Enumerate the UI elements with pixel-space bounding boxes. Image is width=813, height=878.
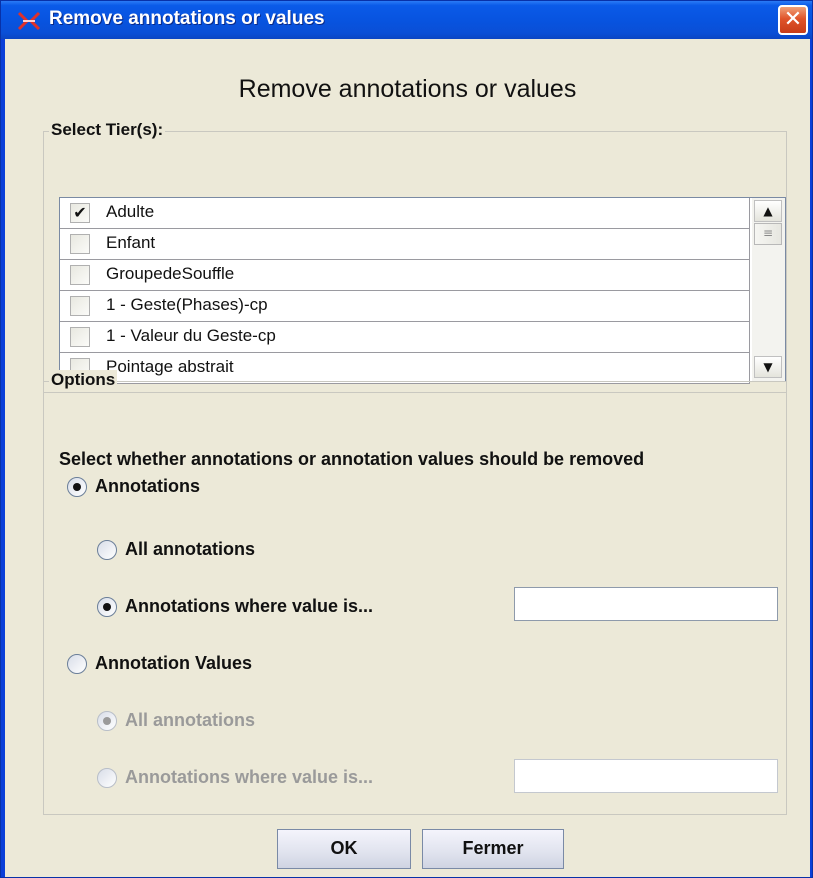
tier-row-valeur-geste[interactable]: 1 - Valeur du Geste-cp [60, 322, 750, 353]
title-bar[interactable]: Remove annotations or values ✕ [1, 1, 812, 39]
values-all-annotations-radio[interactable]: All annotations [97, 710, 255, 731]
dialog-client-area: Remove annotations or values Select Tier… [5, 39, 810, 877]
tier-label: GroupedeSouffle [106, 264, 235, 283]
tier-label: 1 - Geste(Phases)-cp [106, 295, 268, 314]
annotation-values-radio-label: Annotation Values [95, 653, 253, 673]
tier-row-pointage-abstrait[interactable]: Pointage abstrait [60, 353, 750, 384]
annotations-where-value-radio-label: Annotations where value is... [125, 596, 374, 616]
dialog-heading: Remove annotations or values [238, 75, 577, 103]
scroll-up-arrow-icon[interactable]: ▲ [754, 200, 782, 222]
values-all-annotations-radio-label: All annotations [125, 710, 255, 730]
tier-label: Adulte [106, 202, 155, 221]
dialog-window: Remove annotations or values ✕ Remove an… [0, 0, 813, 878]
scroll-down-arrow-icon[interactable]: ▼ [754, 356, 782, 378]
all-annotations-radio[interactable]: All annotations [97, 539, 255, 560]
tier-list-scrollbar[interactable]: ▲ ≡ ▼ [752, 198, 785, 381]
tier-list[interactable]: ✔ Adulte Enfant GroupedeSouffle 1 - Gest… [59, 197, 786, 384]
fermer-button[interactable]: Fermer [422, 829, 564, 869]
tier-checkbox[interactable]: ✔ [70, 203, 90, 223]
radio-icon[interactable] [67, 476, 87, 497]
tier-checkbox[interactable] [70, 234, 90, 254]
options-description: Select whether annotations or annotation… [59, 449, 645, 469]
annotations-radio[interactable]: Annotations [67, 476, 200, 497]
elan-app-icon [17, 11, 41, 31]
tier-row-enfant[interactable]: Enfant [60, 229, 750, 260]
tier-label: Enfant [106, 233, 156, 252]
tier-checkbox[interactable] [70, 327, 90, 347]
annotations-radio-label: Annotations [95, 476, 200, 496]
values-value-input[interactable] [514, 759, 778, 793]
tier-checkbox[interactable] [70, 296, 90, 316]
close-window-button[interactable]: ✕ [778, 5, 808, 35]
tier-row-groupedesouffle[interactable]: GroupedeSouffle [60, 260, 750, 291]
radio-icon[interactable] [67, 653, 87, 674]
tier-label: 1 - Valeur du Geste-cp [106, 326, 276, 345]
tier-row-adulte[interactable]: ✔ Adulte [60, 198, 750, 229]
radio-icon[interactable] [97, 767, 117, 788]
radio-icon[interactable] [97, 710, 117, 731]
select-tiers-label: Select Tier(s): [49, 120, 166, 140]
scroll-thumb[interactable]: ≡ [754, 223, 782, 245]
annotations-where-value-radio[interactable]: Annotations where value is... [97, 596, 373, 617]
ok-button[interactable]: OK [277, 829, 411, 869]
annotation-values-radio[interactable]: Annotation Values [67, 653, 252, 674]
tier-row-geste-phases[interactable]: 1 - Geste(Phases)-cp [60, 291, 750, 322]
annotations-value-input[interactable] [514, 587, 778, 621]
options-label: Options [49, 370, 118, 390]
values-where-value-radio[interactable]: Annotations where value is... [97, 767, 373, 788]
close-icon: ✕ [783, 7, 803, 32]
tier-checkbox[interactable] [70, 265, 90, 285]
all-annotations-radio-label: All annotations [125, 539, 255, 559]
radio-icon[interactable] [97, 539, 117, 560]
tier-label: Pointage abstrait [106, 357, 234, 376]
radio-icon[interactable] [97, 596, 117, 617]
window-title: Remove annotations or values [49, 8, 325, 29]
values-where-value-radio-label: Annotations where value is... [125, 767, 374, 787]
